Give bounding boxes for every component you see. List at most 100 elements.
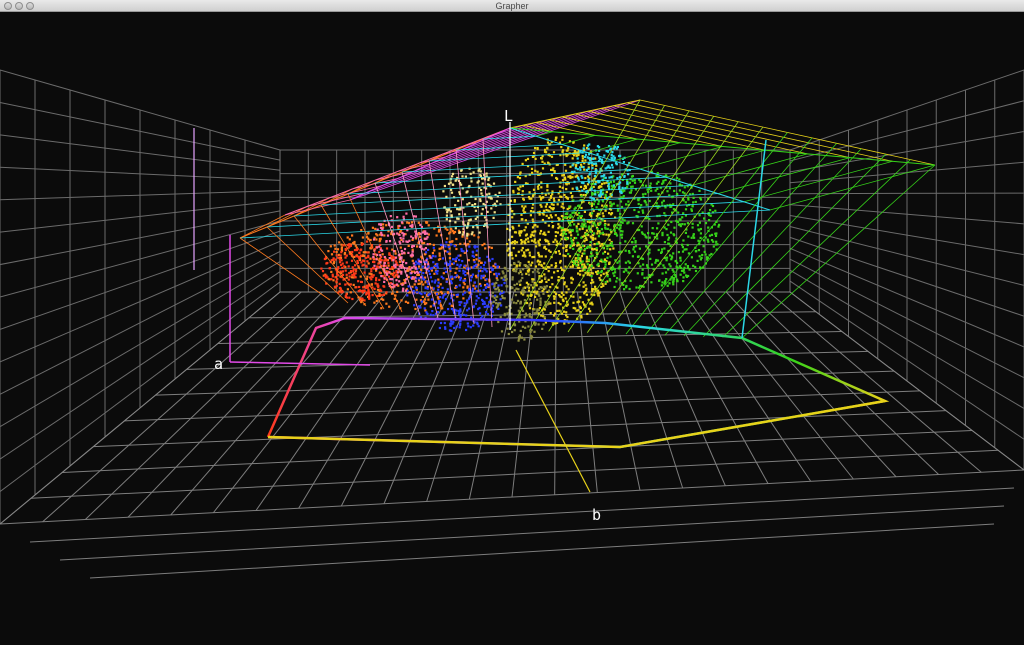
color-point [560, 146, 563, 149]
color-point [643, 276, 646, 279]
color-point [352, 283, 355, 286]
color-point [468, 307, 471, 310]
color-point [452, 320, 455, 324]
color-point [528, 298, 531, 301]
color-point [481, 244, 484, 247]
color-point [484, 247, 487, 250]
color-point [521, 325, 524, 328]
color-point [594, 285, 597, 288]
color-point [451, 183, 454, 186]
color-point [609, 171, 612, 174]
color-point [543, 273, 546, 276]
color-point [519, 306, 522, 309]
color-point [503, 266, 506, 269]
color-point [463, 305, 466, 308]
color-point [544, 287, 547, 290]
color-point [472, 266, 475, 269]
color-point [699, 232, 702, 235]
color-point [495, 306, 498, 309]
wireframe-line [626, 102, 893, 162]
color-point [579, 259, 582, 262]
color-point [524, 238, 528, 241]
color-point [520, 239, 523, 242]
color-point [393, 275, 396, 279]
color-point [407, 244, 410, 247]
color-point [382, 223, 385, 226]
color-point [450, 214, 453, 217]
color-point [496, 295, 499, 298]
color-point [578, 228, 581, 231]
color-point [571, 164, 574, 167]
color-point [526, 265, 529, 268]
color-point [639, 180, 642, 183]
color-point [475, 290, 478, 293]
color-point [553, 291, 556, 294]
color-point [549, 250, 552, 253]
color-point [327, 250, 330, 253]
color-point [592, 192, 595, 196]
color-point [571, 187, 574, 190]
color-point [637, 202, 640, 206]
color-point [550, 276, 553, 279]
color-point [624, 249, 627, 252]
color-point [392, 259, 395, 262]
color-point [439, 300, 442, 303]
color-point [397, 271, 400, 274]
color-point [445, 214, 448, 217]
color-point [597, 202, 600, 205]
color-point [479, 261, 483, 264]
color-point [595, 206, 598, 209]
color-point [637, 255, 640, 258]
color-point [466, 234, 469, 237]
color-point [596, 264, 599, 267]
color-point [542, 233, 545, 236]
color-point [658, 279, 661, 282]
color-point [516, 187, 520, 190]
color-point [600, 258, 603, 261]
color-point [570, 276, 573, 279]
color-point [517, 272, 521, 275]
color-point [466, 232, 469, 235]
color-point [599, 278, 602, 282]
color-point [610, 241, 613, 245]
color-point [482, 264, 485, 267]
color-point [469, 172, 472, 175]
color-point [562, 276, 565, 280]
color-point [474, 217, 477, 220]
color-point [577, 217, 580, 220]
color-point [521, 162, 524, 165]
color-point [597, 289, 600, 292]
color-point [588, 221, 592, 224]
color-point [580, 314, 583, 318]
color-point [630, 189, 633, 192]
color-point [354, 268, 358, 271]
color-point [490, 246, 493, 249]
gamut-plot-3d[interactable]: L a b [0, 12, 1024, 640]
color-point [345, 293, 348, 296]
color-point [552, 207, 555, 210]
color-point [585, 229, 588, 232]
color-point [566, 303, 569, 306]
color-point [519, 172, 522, 175]
color-point [511, 216, 514, 219]
color-point [622, 161, 625, 164]
color-point [440, 292, 443, 295]
color-point [493, 282, 496, 285]
wireframe-line [683, 148, 862, 337]
color-point [592, 281, 595, 284]
color-point [500, 330, 504, 333]
color-point [648, 185, 652, 188]
color-point [490, 266, 493, 269]
color-point [702, 239, 706, 242]
color-point [633, 208, 636, 212]
color-point [588, 173, 591, 176]
color-point [564, 297, 567, 300]
color-point [524, 226, 527, 229]
color-point [577, 253, 580, 256]
color-point [555, 264, 558, 268]
color-point [523, 299, 526, 302]
color-point [604, 176, 607, 179]
color-point [480, 189, 483, 192]
plot-canvas[interactable]: L a b [0, 12, 1024, 640]
color-point [401, 252, 404, 255]
